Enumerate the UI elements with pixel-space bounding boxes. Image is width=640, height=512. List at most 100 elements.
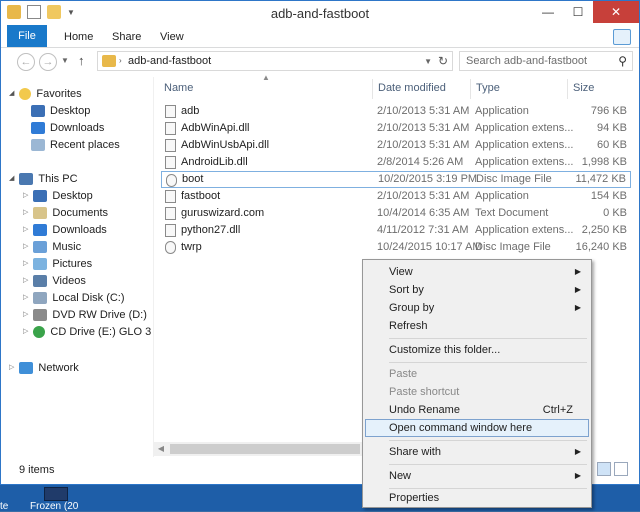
- collapse-icon[interactable]: ▷: [23, 239, 28, 255]
- sidebar-item-cd-drive[interactable]: ▷ CD Drive (E:) GLO 3G PL: [23, 324, 151, 340]
- scrollbar-thumb[interactable]: [170, 444, 360, 454]
- desktop-shortcut-icon[interactable]: [44, 487, 68, 501]
- collapse-icon[interactable]: ▷: [23, 324, 28, 340]
- sidebar-item-desktop[interactable]: Desktop: [31, 103, 90, 119]
- menu-item-share-with[interactable]: Share with ▶: [365, 443, 589, 461]
- menu-label: Properties: [389, 492, 440, 504]
- menu-item-view[interactable]: View ▶: [365, 263, 589, 281]
- music-icon: [33, 241, 48, 253]
- sidebar-label: Downloads: [52, 224, 107, 236]
- column-header-type[interactable]: Type: [476, 82, 500, 102]
- sidebar-label: Desktop: [50, 105, 91, 117]
- collapse-icon[interactable]: ▷: [23, 256, 28, 272]
- file-row[interactable]: adb 2/10/2013 5:31 AM Application 796 KB: [161, 103, 631, 120]
- file-row[interactable]: fastboot 2/10/2013 5:31 AM Application 1…: [161, 188, 631, 205]
- collapse-icon[interactable]: ▷: [23, 222, 28, 238]
- sidebar-label: Recent places: [50, 139, 120, 151]
- file-size: 94 KB: [597, 122, 627, 134]
- sidebar-item-recent-places[interactable]: Recent places: [31, 137, 120, 153]
- column-separator[interactable]: [470, 79, 471, 99]
- search-icon[interactable]: ⚲: [618, 54, 627, 68]
- sidebar-item-videos[interactable]: ▷ Videos: [23, 273, 86, 289]
- maximize-button[interactable]: ☐: [563, 1, 593, 23]
- refresh-icon[interactable]: ↻: [438, 54, 448, 68]
- sidebar-item-dvd-drive[interactable]: ▷ DVD RW Drive (D:) IRM: [23, 307, 151, 323]
- pane-divider[interactable]: [153, 77, 154, 457]
- breadcrumb-chevron-icon[interactable]: ›: [119, 56, 122, 65]
- collapse-icon[interactable]: ▷: [9, 360, 14, 376]
- menu-item-customize-folder[interactable]: Customize this folder...: [365, 341, 589, 359]
- file-row[interactable]: AndroidLib.dll 2/8/2014 5:26 AM Applicat…: [161, 154, 631, 171]
- column-header-name[interactable]: Name: [164, 82, 193, 102]
- column-separator[interactable]: [567, 79, 568, 99]
- desktop-icon: [31, 105, 45, 117]
- tab-home[interactable]: Home: [64, 28, 93, 46]
- menu-item-group-by[interactable]: Group by ▶: [365, 299, 589, 317]
- horizontal-scrollbar[interactable]: ◀: [154, 442, 366, 456]
- submenu-arrow-icon: ▶: [574, 285, 581, 294]
- sidebar-item-music[interactable]: ▷ Music: [23, 239, 81, 255]
- desktop-icon: [33, 190, 48, 202]
- collapse-icon[interactable]: ▷: [23, 188, 28, 204]
- menu-item-undo-rename[interactable]: Undo Rename Ctrl+Z: [365, 401, 589, 419]
- menu-item-refresh[interactable]: Refresh: [365, 317, 589, 335]
- large-icons-view-icon[interactable]: [614, 462, 628, 476]
- menu-separator: [389, 464, 587, 465]
- collapse-icon[interactable]: ▷: [23, 273, 28, 289]
- menu-item-sort-by[interactable]: Sort by ▶: [365, 281, 589, 299]
- menu-item-paste-shortcut[interactable]: Paste shortcut: [365, 383, 589, 401]
- collapse-icon[interactable]: ▷: [23, 307, 28, 323]
- collapse-icon[interactable]: ▷: [23, 290, 28, 306]
- close-button[interactable]: ✕: [593, 1, 639, 23]
- sidebar-item-favorites[interactable]: ◢ Favorites: [9, 86, 82, 102]
- search-placeholder[interactable]: Search adb-and-fastboot: [466, 55, 587, 67]
- file-row[interactable]: twrp 10/24/2015 10:17 AM Disc Image File…: [161, 239, 631, 256]
- sidebar-item-pictures[interactable]: ▷ Pictures: [23, 256, 92, 272]
- details-view-icon[interactable]: [597, 462, 611, 476]
- file-row[interactable]: AdbWinApi.dll 2/10/2013 5:31 AM Applicat…: [161, 120, 631, 137]
- sidebar-item-pc-desktop[interactable]: ▷ Desktop: [23, 188, 93, 204]
- context-menu: View ▶ Sort by ▶ Group by ▶ Refresh Cust…: [362, 259, 592, 508]
- expand-icon[interactable]: ◢: [9, 86, 14, 102]
- file-date: 2/10/2013 5:31 AM: [377, 139, 470, 151]
- up-button[interactable]: ↑: [78, 53, 85, 68]
- address-dropdown-icon[interactable]: ▼: [424, 57, 432, 66]
- sidebar-item-local-disk[interactable]: ▷ Local Disk (C:): [23, 290, 125, 306]
- sidebar-label: Documents: [52, 207, 109, 219]
- sidebar-item-documents[interactable]: ▷ Documents: [23, 205, 108, 221]
- search-box[interactable]: Search adb-and-fastboot ⚲: [459, 51, 633, 71]
- sidebar-item-network[interactable]: ▷ Network: [9, 360, 79, 376]
- sidebar-item-downloads[interactable]: Downloads: [31, 120, 104, 136]
- column-header-date[interactable]: Date modified: [378, 82, 446, 102]
- menu-label: Share with: [389, 446, 441, 458]
- tab-view[interactable]: View: [160, 28, 184, 46]
- disc-image-icon: [165, 241, 176, 254]
- expand-icon[interactable]: ◢: [9, 171, 14, 187]
- tab-file[interactable]: File: [7, 25, 47, 47]
- collapse-icon[interactable]: ▷: [23, 205, 28, 221]
- address-bar[interactable]: › adb-and-fastboot ▼ ↻: [97, 51, 453, 71]
- minimize-button[interactable]: —: [533, 1, 563, 23]
- submenu-arrow-icon: ▶: [574, 447, 581, 456]
- breadcrumb-current[interactable]: adb-and-fastboot: [128, 55, 211, 67]
- file-row[interactable]: AdbWinUsbApi.dll 2/10/2013 5:31 AM Appli…: [161, 137, 631, 154]
- menu-item-new[interactable]: New ▶: [365, 467, 589, 485]
- file-row[interactable]: boot 10/20/2015 3:19 PM Disc Image File …: [161, 171, 631, 188]
- file-row[interactable]: python27.dll 4/11/2012 7:31 AM Applicati…: [161, 222, 631, 239]
- column-header-size[interactable]: Size: [573, 82, 594, 102]
- recent-locations-icon[interactable]: ▼: [61, 56, 69, 65]
- title-bar[interactable]: ▼ adb-and-fastboot — ☐ ✕: [1, 1, 639, 25]
- file-row[interactable]: guruswizard.com 10/4/2014 6:35 AM Text D…: [161, 205, 631, 222]
- sidebar-item-this-pc[interactable]: ◢ This PC: [9, 171, 78, 187]
- back-button[interactable]: ←: [17, 53, 35, 71]
- forward-button[interactable]: →: [39, 53, 57, 71]
- column-separator[interactable]: [372, 79, 373, 99]
- menu-item-paste[interactable]: Paste: [365, 365, 589, 383]
- menu-item-properties[interactable]: Properties: [365, 489, 589, 507]
- scroll-left-icon[interactable]: ◀: [154, 442, 168, 456]
- expand-ribbon-button[interactable]: [613, 29, 631, 45]
- tab-share[interactable]: Share: [112, 28, 141, 46]
- menu-label: View: [389, 266, 413, 278]
- menu-item-open-command-window[interactable]: Open command window here: [365, 419, 589, 437]
- sidebar-item-pc-downloads[interactable]: ▷ Downloads: [23, 222, 107, 238]
